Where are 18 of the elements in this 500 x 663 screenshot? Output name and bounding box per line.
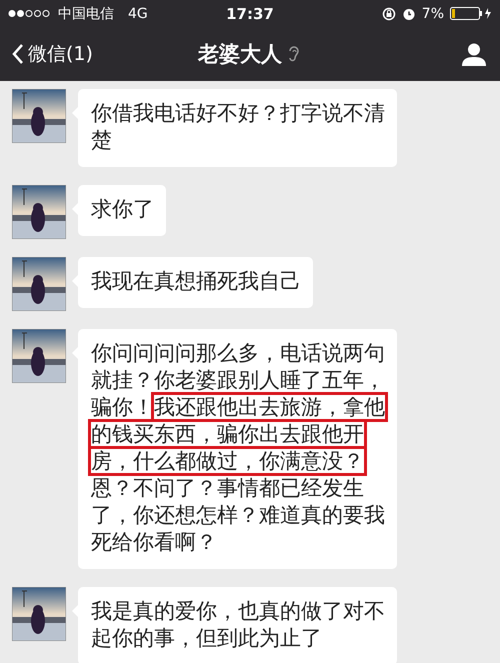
message-text: 我是真的爱你，也真的做了对不 起你的事，但到此为止了 <box>91 598 385 652</box>
alarm-icon <box>402 6 416 20</box>
message-text: 我现在真想捅死我自己 <box>91 268 301 295</box>
battery-percent: 7% <box>422 6 444 22</box>
ear-icon <box>288 45 300 63</box>
network-type: 4G <box>128 6 148 22</box>
battery-icon <box>450 7 492 20</box>
carrier-name: 中国电信 <box>58 4 114 22</box>
signal-icon <box>8 9 52 18</box>
back-button[interactable]: 微信(1) <box>12 41 198 67</box>
message-text: 你借我电话好不好？打字说不清 楚 <box>91 100 385 154</box>
chat-title: 老婆大人 <box>198 41 282 68</box>
profile-icon[interactable] <box>462 42 486 66</box>
message-text: 你问问问问那么多，电话说两句 就挂？你老婆跟别人睡了五年， 骗你！我还跟他出去旅游，拿他 的钱买东西，骗你出去跟他开 房，什么都做过，你满意没？ 恩？不问了？事情都已经发生 了，你还想怎样？难道真的要我 死给你看啊？ <box>91 340 385 556</box>
clock-time: 17:37 <box>226 4 274 22</box>
message-text: 求你了 <box>91 196 154 223</box>
chevron-left-icon <box>12 43 24 65</box>
rotation-lock-icon <box>382 6 396 20</box>
